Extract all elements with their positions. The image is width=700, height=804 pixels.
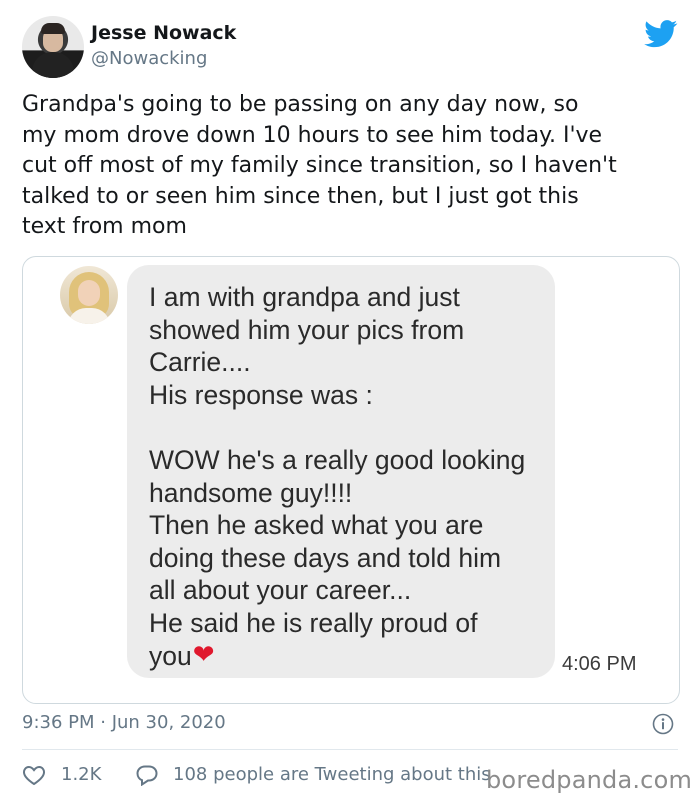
speech-bubble-icon[interactable]: [136, 764, 158, 786]
author-avatar[interactable]: [22, 16, 84, 78]
divider: [22, 749, 678, 750]
tweet-timestamp[interactable]: 9:36 PM · Jun 30, 2020: [22, 712, 226, 733]
twitter-bird-icon[interactable]: [644, 20, 678, 48]
author-name[interactable]: Jesse Nowack: [91, 22, 236, 44]
tweet-text: Grandpa's going to be passing on any day…: [22, 92, 617, 239]
info-icon[interactable]: [652, 713, 674, 735]
message-text: I am with grandpa and just showed him yo…: [149, 281, 545, 672]
source-watermark: boredpanda.com: [486, 766, 693, 794]
like-count[interactable]: 1.2K: [61, 764, 101, 785]
author-handle[interactable]: @Nowacking: [91, 48, 207, 69]
sender-avatar: [60, 266, 118, 324]
tweeting-about-link[interactable]: 108 people are Tweeting about this: [173, 764, 491, 785]
message-body: I am with grandpa and just showed him yo…: [149, 282, 526, 671]
message-bubble: I am with grandpa and just showed him yo…: [127, 265, 555, 678]
tweet-header: Jesse Nowack @Nowacking: [22, 14, 682, 80]
message-time: 4:06 PM: [562, 653, 637, 675]
attached-screenshot[interactable]: I am with grandpa and just showed him yo…: [22, 256, 680, 704]
heart-emoji: ❤: [192, 638, 215, 669]
heart-icon[interactable]: [22, 764, 46, 786]
